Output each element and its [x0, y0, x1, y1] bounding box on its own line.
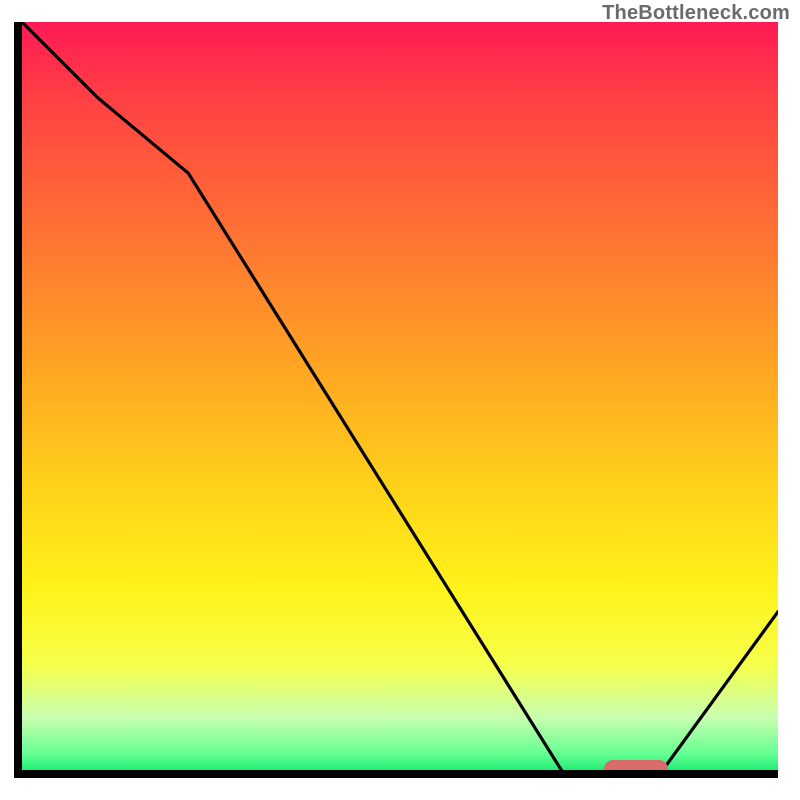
bottleneck-curve	[22, 22, 778, 778]
chart-curve-svg	[22, 22, 778, 778]
y-axis	[14, 22, 22, 778]
x-axis	[22, 770, 778, 778]
watermark-label: TheBottleneck.com	[602, 2, 790, 25]
chart-container: TheBottleneck.com	[0, 0, 800, 800]
